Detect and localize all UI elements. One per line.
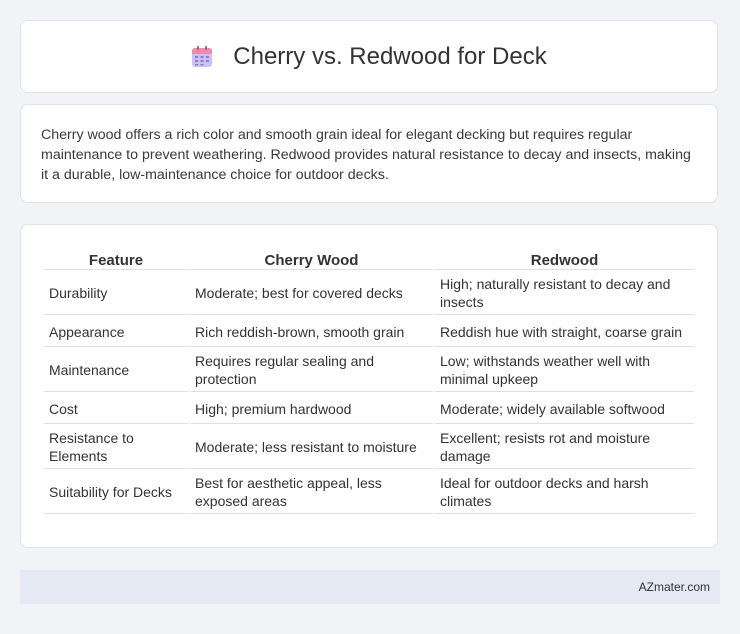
title-card: Cherry vs. Redwood for Deck xyxy=(20,20,718,93)
cherry-cell: Moderate; best for covered decks xyxy=(190,272,433,315)
cherry-cell: Best for aesthetic appeal, less exposed … xyxy=(190,471,433,514)
redwood-cell: Excellent; resists rot and moisture dama… xyxy=(435,426,694,469)
page-title: Cherry vs. Redwood for Deck xyxy=(233,42,547,70)
redwood-cell: High; naturally resistant to decay and i… xyxy=(435,272,694,315)
calendar-icon xyxy=(191,45,213,68)
footer: AZmater.com xyxy=(20,570,720,604)
feature-cell: Maintenance xyxy=(44,349,188,392)
summary-text: Cherry wood offers a rich color and smoo… xyxy=(41,127,691,183)
feature-cell: Appearance xyxy=(44,317,188,347)
column-header: Feature xyxy=(44,247,188,270)
summary-card: Cherry wood offers a rich color and smoo… xyxy=(20,104,718,203)
cherry-cell: Rich reddish-brown, smooth grain xyxy=(190,317,433,347)
feature-cell: Durability xyxy=(44,272,188,315)
redwood-cell: Reddish hue with straight, coarse grain xyxy=(435,317,694,347)
cherry-cell: Moderate; less resistant to moisture xyxy=(190,426,433,469)
table-row: Maintenance Requires regular sealing and… xyxy=(44,349,694,392)
table-row: Resistance to Elements Moderate; less re… xyxy=(44,426,694,469)
feature-cell: Suitability for Decks xyxy=(44,471,188,514)
footer-brand: AZmater.com xyxy=(638,580,710,594)
column-header: Redwood xyxy=(435,247,694,270)
redwood-cell: Ideal for outdoor decks and harsh climat… xyxy=(435,471,694,514)
redwood-cell: Moderate; widely available softwood xyxy=(435,394,694,424)
comparison-card: Feature Cherry Wood Redwood Durability M… xyxy=(20,224,718,548)
column-header: Cherry Wood xyxy=(190,247,433,270)
cherry-cell: High; premium hardwood xyxy=(190,394,433,424)
table-row: Suitability for Decks Best for aesthetic… xyxy=(44,471,694,514)
table-header-row: Feature Cherry Wood Redwood xyxy=(44,247,694,270)
cherry-cell: Requires regular sealing and protection xyxy=(190,349,433,392)
table-row: Durability Moderate; best for covered de… xyxy=(44,272,694,315)
comparison-table: Feature Cherry Wood Redwood Durability M… xyxy=(42,245,696,516)
table-row: Cost High; premium hardwood Moderate; wi… xyxy=(44,394,694,424)
feature-cell: Cost xyxy=(44,394,188,424)
feature-cell: Resistance to Elements xyxy=(44,426,188,469)
redwood-cell: Low; withstands weather well with minima… xyxy=(435,349,694,392)
table-row: Appearance Rich reddish-brown, smooth gr… xyxy=(44,317,694,347)
